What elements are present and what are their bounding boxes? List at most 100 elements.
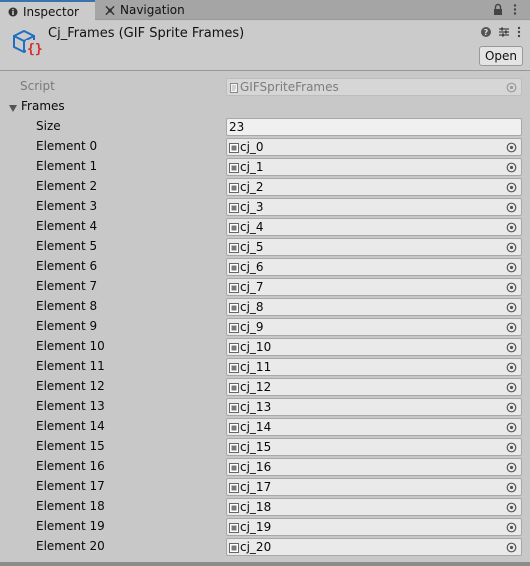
element-label: Element 16 — [36, 459, 105, 473]
bottom-edge — [0, 562, 530, 566]
element-label: Element 13 — [36, 399, 105, 413]
object-picker-icon[interactable] — [506, 182, 517, 193]
sprite-object-field[interactable]: cj_5 — [226, 238, 522, 256]
navigation-icon — [105, 5, 115, 15]
lock-icon[interactable] — [492, 3, 504, 16]
object-picker-icon[interactable] — [506, 282, 517, 293]
sprite-icon — [229, 502, 239, 513]
object-picker-icon[interactable] — [506, 362, 517, 373]
sprite-icon — [229, 182, 239, 193]
sprite-object-field[interactable]: cj_1 — [226, 158, 522, 176]
sprite-object-field[interactable]: cj_19 — [226, 518, 522, 536]
object-picker-icon[interactable] — [506, 142, 517, 153]
sprite-object-field[interactable]: cj_8 — [226, 298, 522, 316]
object-picker-icon[interactable] — [506, 542, 517, 553]
element-value: cj_13 — [240, 400, 272, 414]
list-item: Element 18 cj_18 — [0, 498, 530, 516]
object-picker-icon[interactable] — [506, 342, 517, 353]
object-picker-icon[interactable] — [506, 222, 517, 233]
help-icon[interactable]: ? — [480, 26, 492, 41]
element-value: cj_14 — [240, 420, 272, 434]
tab-inspector-label: Inspector — [23, 4, 79, 19]
list-item: Element 4 cj_4 — [0, 218, 530, 236]
inspector-header: {} Cj_Frames (GIF Sprite Frames) ? Open — [0, 21, 530, 71]
script-file-icon — [229, 82, 239, 93]
sprite-icon — [229, 322, 239, 333]
object-picker-icon[interactable] — [506, 202, 517, 213]
object-picker-icon[interactable] — [506, 162, 517, 173]
list-item: Element 17 cj_17 — [0, 478, 530, 496]
object-picker-icon[interactable] — [506, 262, 517, 273]
sprite-icon — [229, 362, 239, 373]
foldout-arrow-icon[interactable] — [8, 102, 18, 116]
element-label: Element 12 — [36, 379, 105, 393]
element-label: Element 19 — [36, 519, 105, 533]
sprite-object-field[interactable]: cj_10 — [226, 338, 522, 356]
element-label: Element 0 — [36, 139, 98, 153]
sprite-object-field[interactable]: cj_11 — [226, 358, 522, 376]
sprite-object-field[interactable]: cj_7 — [226, 278, 522, 296]
sprite-object-field[interactable]: cj_20 — [226, 538, 522, 556]
inspector-body: Script GIFSpriteFrames Frames Size 23 El… — [0, 72, 530, 566]
element-value: cj_4 — [240, 220, 264, 234]
sprite-object-field[interactable]: cj_13 — [226, 398, 522, 416]
object-picker-icon[interactable] — [506, 502, 517, 513]
object-picker-icon[interactable] — [506, 522, 517, 533]
element-value: cj_19 — [240, 520, 272, 534]
sprite-object-field[interactable]: cj_4 — [226, 218, 522, 236]
sprite-object-field[interactable]: cj_15 — [226, 438, 522, 456]
component-menu-icon[interactable] — [516, 26, 522, 41]
sprite-icon — [229, 302, 239, 313]
element-label: Element 20 — [36, 539, 105, 553]
element-value: cj_18 — [240, 500, 272, 514]
element-value: cj_8 — [240, 300, 264, 314]
frames-foldout[interactable]: Frames — [0, 98, 530, 116]
object-picker-icon[interactable] — [506, 322, 517, 333]
info-icon — [8, 7, 18, 17]
tab-navigation[interactable]: Navigation — [97, 0, 207, 20]
sprite-icon — [229, 382, 239, 393]
sprite-object-field[interactable]: cj_3 — [226, 198, 522, 216]
sprite-object-field[interactable]: cj_12 — [226, 378, 522, 396]
element-value: cj_0 — [240, 140, 264, 154]
sprite-object-field[interactable]: cj_14 — [226, 418, 522, 436]
svg-text:{}: {} — [27, 42, 42, 57]
sprite-icon — [229, 402, 239, 413]
sprite-object-field[interactable]: cj_0 — [226, 138, 522, 156]
size-row: Size 23 — [0, 118, 530, 136]
list-item: Element 9 cj_9 — [0, 318, 530, 336]
script-field: GIFSpriteFrames — [226, 78, 522, 96]
object-picker-icon[interactable] — [506, 422, 517, 433]
object-picker-icon[interactable] — [506, 442, 517, 453]
list-item: Element 12 cj_12 — [0, 378, 530, 396]
open-button[interactable]: Open — [479, 46, 523, 66]
object-picker-icon[interactable] — [506, 462, 517, 473]
list-item: Element 20 cj_20 — [0, 538, 530, 556]
kebab-menu-icon[interactable] — [512, 3, 524, 16]
element-value: cj_3 — [240, 200, 264, 214]
element-value: cj_12 — [240, 380, 272, 394]
object-picker-icon[interactable] — [506, 302, 517, 313]
tab-inspector[interactable]: Inspector — [0, 0, 95, 21]
size-input[interactable]: 23 — [226, 118, 522, 136]
list-item: Element 3 cj_3 — [0, 198, 530, 216]
presets-icon[interactable] — [498, 26, 510, 41]
sprite-object-field[interactable]: cj_16 — [226, 458, 522, 476]
sprite-icon — [229, 202, 239, 213]
sprite-object-field[interactable]: cj_9 — [226, 318, 522, 336]
sprite-object-field[interactable]: cj_6 — [226, 258, 522, 276]
list-item: Element 7 cj_7 — [0, 278, 530, 296]
object-picker-icon[interactable] — [506, 242, 517, 253]
object-picker-icon[interactable] — [506, 482, 517, 493]
sprite-object-field[interactable]: cj_18 — [226, 498, 522, 516]
sprite-icon — [229, 422, 239, 433]
object-picker-icon[interactable] — [506, 402, 517, 413]
element-label: Element 4 — [36, 219, 98, 233]
sprite-object-field[interactable]: cj_2 — [226, 178, 522, 196]
list-item: Element 2 cj_2 — [0, 178, 530, 196]
size-label: Size — [36, 119, 61, 133]
tab-bar: Inspector Navigation — [0, 0, 530, 21]
list-item: Element 8 cj_8 — [0, 298, 530, 316]
sprite-object-field[interactable]: cj_17 — [226, 478, 522, 496]
object-picker-icon[interactable] — [506, 382, 517, 393]
